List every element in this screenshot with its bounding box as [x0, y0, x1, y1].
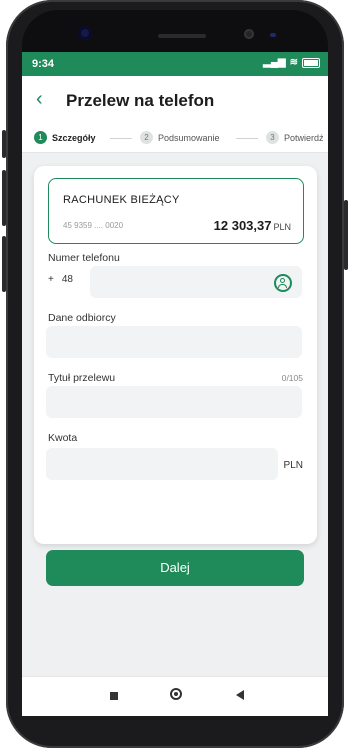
- balance-value: 12 303,37: [213, 218, 272, 233]
- back-triangle-icon[interactable]: [236, 690, 244, 700]
- step-confirm: 3 Potwierdź: [266, 131, 324, 144]
- prefix-code: 48: [61, 274, 73, 285]
- step-number: 1: [34, 131, 47, 144]
- step-summary: 2 Podsumowanie: [140, 131, 220, 144]
- step-divider: [110, 138, 132, 139]
- status-icons: ▂▄▆ ≋: [263, 57, 320, 68]
- side-button: [2, 130, 6, 158]
- recipient-label: Dane odbiorcy: [48, 312, 116, 324]
- side-button: [2, 170, 6, 226]
- step-number: 3: [266, 131, 279, 144]
- app-bar: ‹ Przelew na telefon: [22, 76, 328, 124]
- status-time: 9:34: [32, 58, 55, 70]
- phone-prefix[interactable]: +48: [48, 274, 73, 285]
- camera-icon: [78, 26, 92, 40]
- amount-input[interactable]: [46, 448, 278, 480]
- home-icon[interactable]: [170, 688, 182, 700]
- recipient-input[interactable]: [46, 326, 302, 358]
- app-screen: 9:34 ▂▄▆ ≋ ‹ Przelew na telefon 1 Szczeg…: [22, 52, 328, 716]
- balance-currency: PLN: [273, 222, 291, 232]
- account-balance: 12 303,37 PLN: [214, 218, 291, 233]
- next-button[interactable]: Dalej: [46, 550, 304, 586]
- android-nav-bar: [22, 676, 328, 716]
- title-input[interactable]: [46, 386, 302, 418]
- step-label: Podsumowanie: [158, 132, 220, 143]
- phone-label: Numer telefonu: [48, 252, 120, 264]
- wifi-icon: ≋: [289, 57, 298, 68]
- phone-input[interactable]: [90, 266, 302, 298]
- contact-icon[interactable]: [274, 274, 292, 292]
- page-title: Przelew na telefon: [66, 91, 215, 110]
- step-label: Potwierdź: [284, 132, 324, 143]
- transfer-form-card: RACHUNEK BIEŻĄCY 45 9359 .... 0020 12 30…: [34, 166, 317, 586]
- amount-label: Kwota: [48, 432, 78, 444]
- amount-currency: PLN: [283, 460, 303, 471]
- prefix-plus: +: [48, 274, 54, 285]
- recent-apps-icon[interactable]: [110, 692, 118, 700]
- step-divider: [236, 138, 258, 139]
- account-name: RACHUNEK BIEŻĄCY: [63, 194, 180, 206]
- account-number: 45 9359 .... 0020: [63, 221, 124, 230]
- chevron-left-icon[interactable]: ‹: [36, 89, 43, 109]
- title-label: Tytuł przelewu: [48, 372, 116, 384]
- sensor-icon: [270, 33, 276, 37]
- stepper: 1 Szczegóły 2 Podsumowanie 3 Potwierdź: [22, 124, 328, 153]
- battery-icon: [302, 57, 320, 68]
- title-counter: 0/105: [281, 373, 303, 383]
- step-details: 1 Szczegóły: [34, 131, 96, 144]
- sensor-icon: [244, 29, 254, 39]
- status-bar: 9:34 ▂▄▆ ≋: [22, 52, 328, 76]
- step-number: 2: [140, 131, 153, 144]
- side-button: [344, 200, 348, 270]
- signal-icon: ▂▄▆: [263, 57, 286, 68]
- step-label: Szczegóły: [52, 132, 96, 143]
- account-selector[interactable]: RACHUNEK BIEŻĄCY 45 9359 .... 0020 12 30…: [48, 178, 304, 244]
- speaker-icon: [158, 34, 206, 38]
- side-button: [2, 236, 6, 292]
